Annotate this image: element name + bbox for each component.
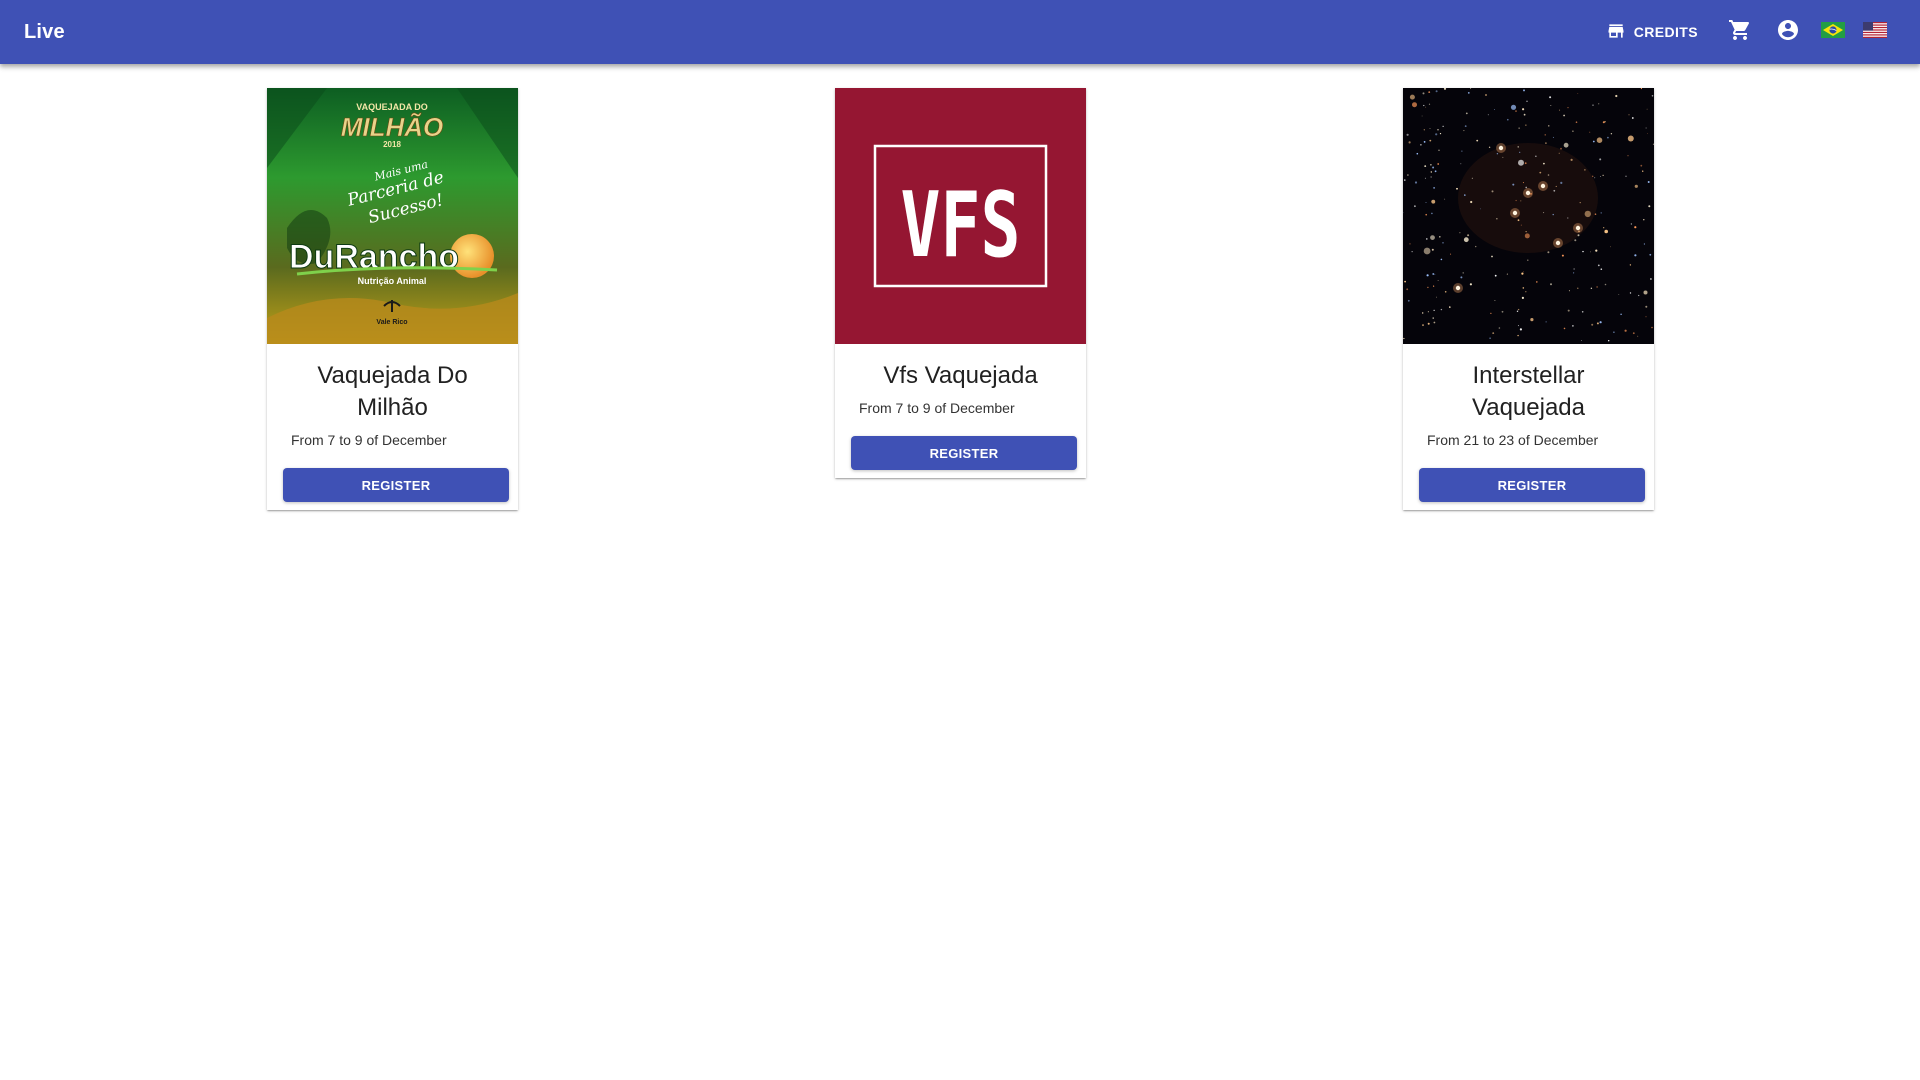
event-title: Interstellar Vaquejada [1472, 362, 1585, 421]
card-content: Interstellar Vaquejada From 21 to 23 of … [1403, 344, 1654, 450]
event-star-field-image[interactable] [1403, 88, 1654, 344]
flag-usa-icon [1863, 21, 1887, 43]
register-button[interactable]: REGISTER [851, 436, 1077, 470]
language-portuguese-button[interactable] [1812, 8, 1854, 56]
event-date: From 7 to 9 of December [291, 432, 447, 448]
account-button[interactable] [1764, 8, 1812, 56]
account-icon [1776, 18, 1800, 47]
event-date: From 7 to 9 of December [859, 400, 1015, 416]
event-date: From 21 to 23 of December [1427, 432, 1599, 448]
register-button[interactable]: REGISTER [283, 468, 509, 502]
app-title: Live [24, 20, 65, 43]
event-poster-image[interactable]: VAQUEJADA DO MILHÃO 2018 Mais uma Parcer… [267, 88, 518, 344]
store-icon [1606, 21, 1626, 44]
language-english-button[interactable] [1854, 8, 1896, 56]
event-title: Vfs Vaquejada [883, 362, 1038, 389]
card-actions: REGISTER [1403, 450, 1654, 510]
vfs-logo-text: VFS [901, 173, 1021, 278]
poster-tagline: Nutrição Animal [358, 276, 427, 286]
poster-big: MILHÃO [341, 112, 444, 142]
poster-brand: DuRancho [289, 238, 459, 276]
cart-button[interactable] [1716, 8, 1764, 56]
poster-header: VAQUEJADA DO [356, 102, 428, 112]
credits-button[interactable]: CREDITS [1596, 14, 1708, 50]
card-actions: REGISTER [267, 450, 518, 510]
register-button[interactable]: REGISTER [1419, 468, 1645, 502]
event-title: Vaquejada Do Milhão [317, 362, 468, 421]
poster-year: 2018 [383, 140, 401, 149]
poster-sponsor: Vale Rico [376, 319, 407, 326]
card-content: Vfs Vaquejada From 7 to 9 of December [835, 344, 1086, 418]
card-content: Vaquejada Do Milhão From 7 to 9 of Decem… [267, 344, 518, 450]
event-card-interstellar-vaquejada: Interstellar Vaquejada From 21 to 23 of … [1403, 88, 1654, 510]
flag-brazil-icon [1821, 21, 1845, 43]
card-actions: REGISTER [835, 418, 1086, 478]
cart-icon [1728, 18, 1752, 47]
credits-label: CREDITS [1633, 24, 1698, 40]
event-card-vfs-vaquejada: VFS Vfs Vaquejada From 7 to 9 of Decembe… [835, 88, 1086, 478]
event-card-vaquejada-do-milhao: VAQUEJADA DO MILHÃO 2018 Mais uma Parcer… [267, 88, 518, 510]
event-logo-image[interactable]: VFS [835, 88, 1086, 344]
app-bar: Live CREDITS [0, 0, 1920, 64]
